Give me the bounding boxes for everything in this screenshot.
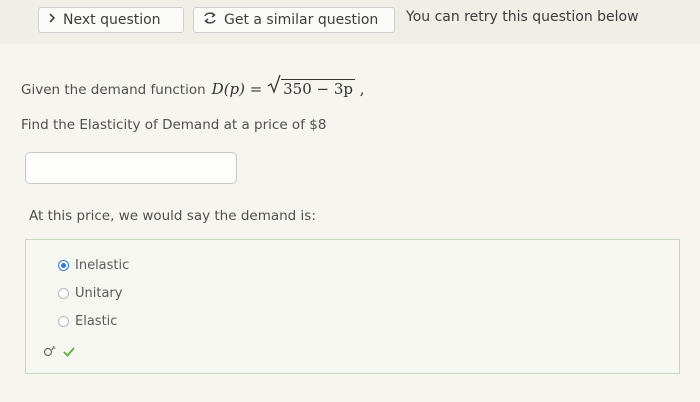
elasticity-answer-input[interactable] [25,152,237,184]
formula-lhs: D(p) = [211,80,263,98]
radio-elastic[interactable] [58,316,69,327]
demand-formula: D(p) = 350 − 3p , [212,74,365,98]
similar-question-button[interactable]: Get a similar question [193,7,395,33]
choice-label: Inelastic [75,258,130,273]
radio-unitary[interactable] [58,288,69,299]
check-icon [63,342,75,361]
demand-type-prompt: At this price, we would say the demand i… [29,208,316,224]
sqrt-expression: 350 − 3p [267,74,356,98]
choice-inelastic[interactable]: Inelastic [58,258,129,273]
choice-elastic[interactable]: Elastic [58,314,117,329]
choice-label: Unitary [75,286,123,301]
formula-radicand: 350 − 3p [281,79,356,98]
next-question-label: Next question [63,12,161,28]
formula-trailing: , [359,80,365,98]
choice-unitary[interactable]: Unitary [58,286,122,301]
next-question-button[interactable]: Next question [38,7,184,33]
radio-inelastic[interactable] [58,260,69,271]
partial-credit-icon [43,342,57,361]
demand-type-choices: Inelastic Unitary Elastic [25,239,680,374]
question-intro: Given the demand function [21,82,206,98]
question-demand-function: Given the demand function D(p) = 350 − 3… [21,74,365,98]
radical-sign-icon [267,74,281,98]
question-toolbar: Next question Get a similar question You… [0,0,700,44]
choice-label: Elastic [75,314,118,329]
similar-question-label: Get a similar question [224,12,379,28]
refresh-icon [202,11,218,29]
elasticity-prompt: Find the Elasticity of Demand at a price… [21,117,327,133]
status-icons [43,342,75,361]
chevron-right-icon [47,12,57,28]
question-panel: Given the demand function D(p) = 350 − 3… [0,44,700,402]
retry-message: You can retry this question below [406,9,639,25]
